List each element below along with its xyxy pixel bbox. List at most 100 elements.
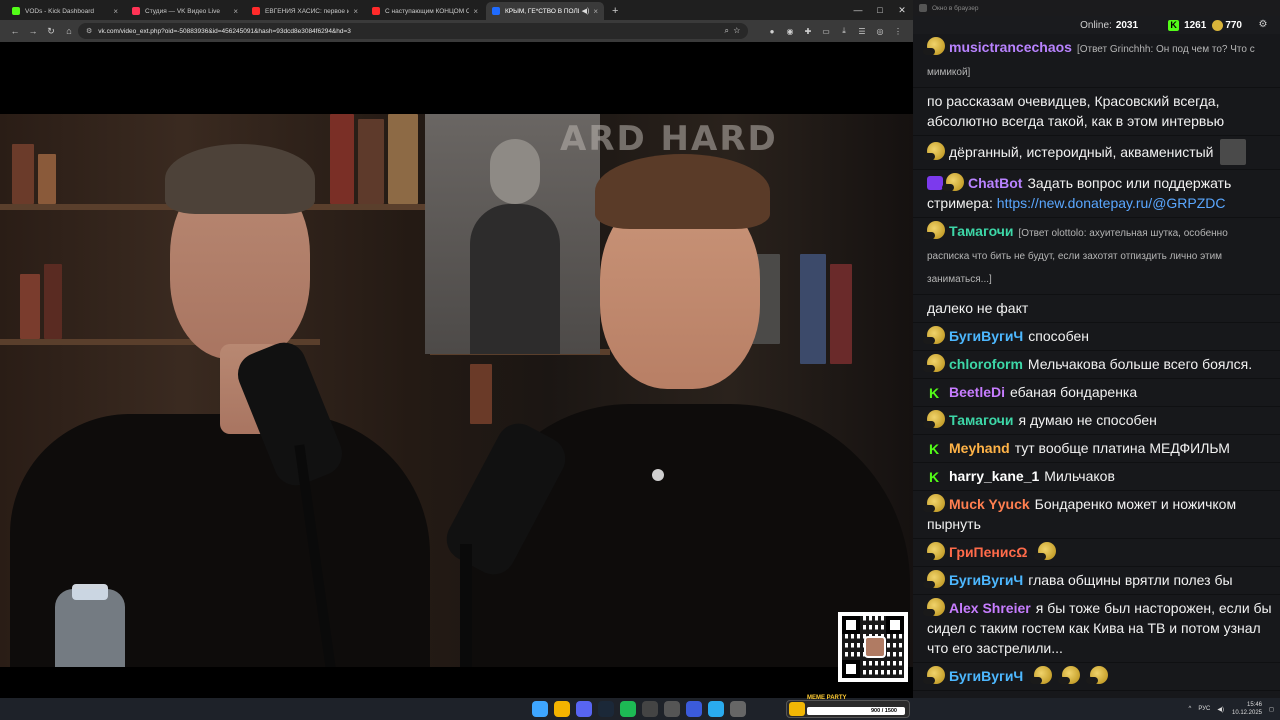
reload-button[interactable]: ↻ xyxy=(42,26,60,37)
chat-username[interactable]: BeetleDi xyxy=(949,384,1005,400)
meme-party-widget[interactable]: MEME PARTY 900 / 1500 xyxy=(786,695,910,718)
forward-button[interactable]: → xyxy=(24,26,42,36)
book xyxy=(12,144,34,204)
pepe-emote-icon xyxy=(942,173,964,191)
menu-icon[interactable]: ⋮ xyxy=(889,27,907,36)
chat-username[interactable]: ChatBot xyxy=(968,175,1022,191)
profile-icon[interactable]: ◎ xyxy=(871,27,889,36)
music-icon[interactable] xyxy=(664,701,680,717)
chat-message: K BeetleDi ебаная бондаренка xyxy=(913,379,1280,407)
close-window-button[interactable]: ✕ xyxy=(891,0,913,20)
pepe-emote-icon xyxy=(923,410,945,428)
poster-figure-suit xyxy=(470,204,560,354)
emote-thumbnail xyxy=(1219,139,1246,165)
site-info-icon[interactable]: ⚙ xyxy=(86,27,92,35)
address-bar[interactable]: ⚙ vk.com/video_ext.php?oid=-50883936&id=… xyxy=(78,23,748,39)
tab-close-icon[interactable]: × xyxy=(473,7,478,16)
maximize-button[interactable]: □ xyxy=(869,0,891,20)
clock[interactable]: 15:46 10.12.2025 xyxy=(1232,701,1262,717)
twitch-viewer-count: 770 xyxy=(1225,19,1242,31)
chat-message-text: Мельчакова больше всего боялся. xyxy=(1027,356,1253,372)
clock-time: 15:46 xyxy=(1247,702,1263,708)
tab-close-icon[interactable]: × xyxy=(593,7,598,16)
qr-avatar xyxy=(864,636,886,658)
settings-gear-icon[interactable]: ⚙ xyxy=(1256,18,1270,32)
tab-audio-icon[interactable]: ◀) xyxy=(582,7,590,15)
new-tab-button[interactable]: + xyxy=(606,2,624,20)
bookmark-star-icon[interactable]: ☆ xyxy=(733,26,740,35)
spotify-icon[interactable] xyxy=(620,701,636,717)
chat-username[interactable]: Тамагочи xyxy=(949,412,1014,428)
video-icon[interactable] xyxy=(686,701,702,717)
tab-close-icon[interactable]: × xyxy=(353,7,358,16)
pepe-emote-icon xyxy=(923,570,945,588)
tray-chevron-icon[interactable]: ^ xyxy=(1189,706,1192,712)
shirt-button xyxy=(652,469,664,481)
tab-label: Студия — VK Видео Live xyxy=(145,7,221,15)
chat-username[interactable]: БугиВугиЧ xyxy=(949,328,1023,344)
telegram-icon[interactable] xyxy=(708,701,724,717)
windows-start-icon[interactable] xyxy=(532,701,548,717)
pepe-emote-icon xyxy=(923,326,945,344)
browser-tab[interactable]: VODs - Kick Dashboard × xyxy=(6,2,124,20)
chat-username[interactable]: Alex Shreier xyxy=(949,600,1031,616)
kick-badge-icon: K xyxy=(927,385,941,401)
sidebar-icon[interactable]: ▭ xyxy=(817,27,835,36)
chat-message: chloroform Мельчакова больше всего боялся… xyxy=(913,351,1280,379)
browser-tab[interactable]: ЕВГЕНИЯ ХАСИС: первое инте× xyxy=(246,2,364,20)
steam-icon[interactable] xyxy=(598,701,614,717)
chat-username[interactable]: chloroform xyxy=(949,356,1023,372)
chat-message-text: глава общины врятли полез бы xyxy=(1028,572,1233,588)
chat-username[interactable]: Muck Yyuck xyxy=(949,496,1030,512)
chat-username[interactable]: Meyhand xyxy=(949,440,1010,456)
twitch-viewers-icon xyxy=(1212,19,1224,31)
chat-username[interactable]: Тамагочи xyxy=(949,223,1014,239)
tab-label: КРЫМ, ГЕ*СТВО В ПОЛИТ xyxy=(505,7,579,15)
guest-right-hair xyxy=(595,154,770,229)
chrome-icon[interactable] xyxy=(554,701,570,717)
chat-message-text: далеко не факт xyxy=(927,300,1029,316)
chat-window-title: Окно в браузер xyxy=(932,4,979,12)
water-bottle xyxy=(55,589,125,667)
pepe-emote-icon xyxy=(1030,666,1053,684)
chat-username[interactable]: harry_kane_1 xyxy=(949,468,1039,484)
tab-search-icon[interactable]: ☰ xyxy=(853,27,871,36)
language-indicator[interactable]: РУС xyxy=(1198,706,1210,712)
home-button[interactable]: ⌂ xyxy=(60,26,78,36)
notification-bell-icon[interactable]: ◻ xyxy=(1269,706,1274,713)
chat-message: дёрганный, истероидный, акваменистый xyxy=(913,136,1280,170)
pepe-emote-icon xyxy=(923,37,945,55)
puzzle-extensions-icon[interactable]: ✚ xyxy=(799,27,817,36)
download-icon[interactable]: ⤓ xyxy=(835,26,853,36)
book xyxy=(388,114,418,204)
adblock-icon[interactable]: ◉ xyxy=(781,27,799,36)
minimize-button[interactable]: — xyxy=(847,0,869,20)
bot-badge-icon xyxy=(927,176,943,190)
discord-icon[interactable] xyxy=(576,701,592,717)
chat-link[interactable]: https://new.donatepay.ru/@GRPZDC xyxy=(997,195,1226,211)
tab-close-icon[interactable]: × xyxy=(233,7,238,16)
browser-tab[interactable]: С наступающим КОНЦОМ СВ × xyxy=(366,2,484,20)
widget-title: MEME PARTY xyxy=(807,695,847,701)
book xyxy=(44,264,62,339)
zoom-icon[interactable]: ⌕ xyxy=(725,26,729,35)
browser-tab[interactable]: Студия — VK Видео Live × xyxy=(126,2,244,20)
tab-close-icon[interactable]: × xyxy=(113,7,118,16)
clock-date: 10.12.2025 xyxy=(1231,710,1263,716)
video-player[interactable]: ARD HARD xyxy=(0,114,913,667)
chat-message: БугиВугиЧ xyxy=(913,663,1280,691)
back-button[interactable]: ← xyxy=(6,26,24,36)
chat-username[interactable]: БугиВугиЧ xyxy=(949,572,1023,588)
app-icon[interactable] xyxy=(730,701,746,717)
obs-icon[interactable] xyxy=(642,701,658,717)
omnibox-actions: ⌕ ☆ xyxy=(725,23,740,39)
chat-username[interactable]: БугиВугиЧ xyxy=(949,668,1023,684)
chat-username[interactable]: ГриПенисΩ xyxy=(949,544,1027,560)
tab-favicon-icon xyxy=(492,7,500,15)
tab-favicon-icon xyxy=(132,7,140,15)
extension-icon[interactable]: ● xyxy=(763,27,781,36)
chat-message-list[interactable]: musictrancechaos [Ответ Grinchhh: Он под … xyxy=(913,34,1280,694)
chat-username[interactable]: musictrancechaos xyxy=(949,39,1072,55)
browser-tab[interactable]: КРЫМ, ГЕ*СТВО В ПОЛИТ ◀) × xyxy=(486,2,604,20)
volume-icon[interactable]: ◀) xyxy=(1217,706,1224,713)
